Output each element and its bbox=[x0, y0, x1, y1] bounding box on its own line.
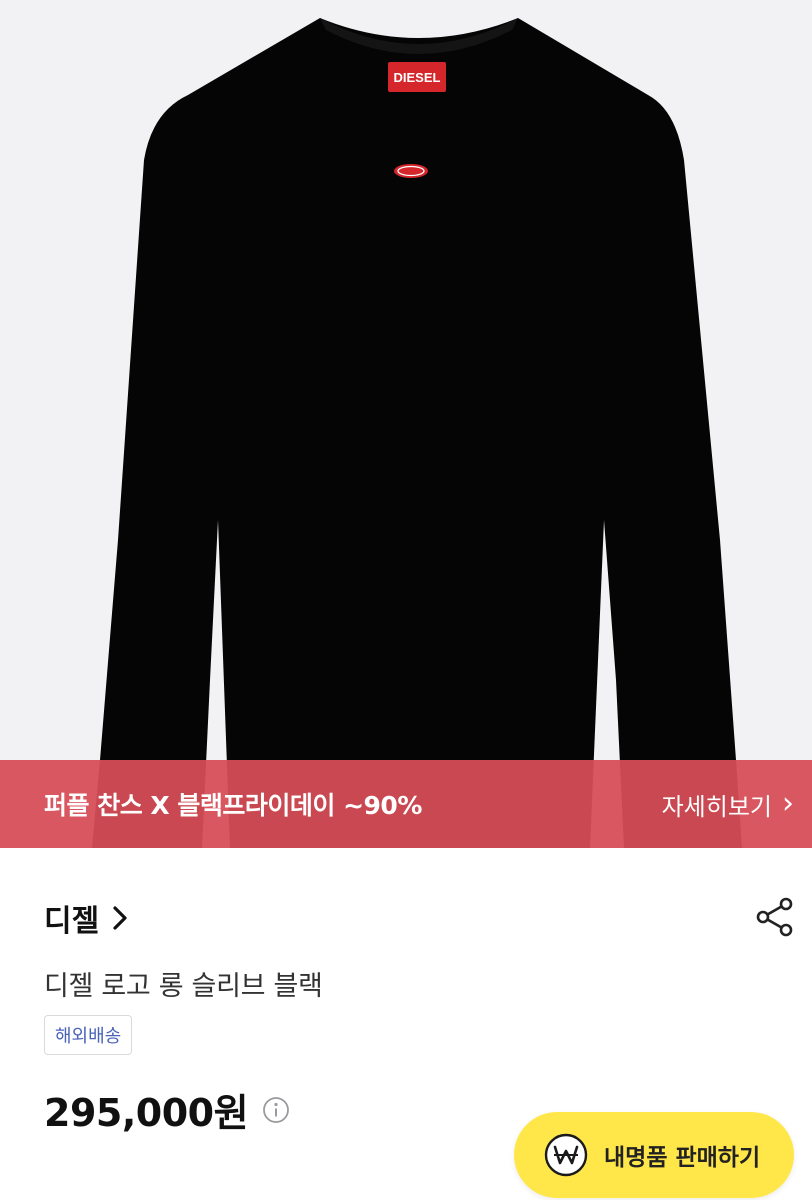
won-icon bbox=[544, 1133, 588, 1177]
chevron-right-icon bbox=[113, 906, 127, 930]
sweatshirt-image: DIESEL bbox=[0, 0, 812, 848]
promo-more-label: 자세히보기 bbox=[661, 792, 772, 821]
sell-button[interactable]: 내명품 판매하기 bbox=[514, 1112, 794, 1198]
svg-text:DIESEL: DIESEL bbox=[394, 70, 441, 85]
info-icon[interactable] bbox=[262, 1096, 290, 1124]
product-image[interactable]: DIESEL 퍼플 찬스 X 블랙프라이데이 ~90% 자세히보기 › bbox=[0, 0, 812, 848]
share-icon[interactable] bbox=[754, 896, 796, 938]
promo-more-link[interactable]: 자세히보기 › bbox=[662, 787, 794, 822]
brand-name: 디젤 bbox=[44, 904, 100, 939]
promo-text: 퍼플 찬스 X 블랙프라이데이 ~90% bbox=[44, 791, 422, 820]
overseas-shipping-tag: 해외배송 bbox=[44, 1015, 133, 1055]
chevron-right-icon: › bbox=[782, 786, 794, 821]
brand-link[interactable]: 디젤 bbox=[44, 896, 129, 940]
sell-button-label: 내명품 판매하기 bbox=[604, 1145, 761, 1171]
product-name: 디젤 로고 롱 슬리브 블랙 bbox=[44, 971, 323, 1002]
price-row: 295,000원 bbox=[44, 1082, 290, 1137]
promo-banner[interactable]: 퍼플 찬스 X 블랙프라이데이 ~90% 자세히보기 › bbox=[0, 760, 812, 848]
price: 295,000원 bbox=[44, 1091, 249, 1135]
